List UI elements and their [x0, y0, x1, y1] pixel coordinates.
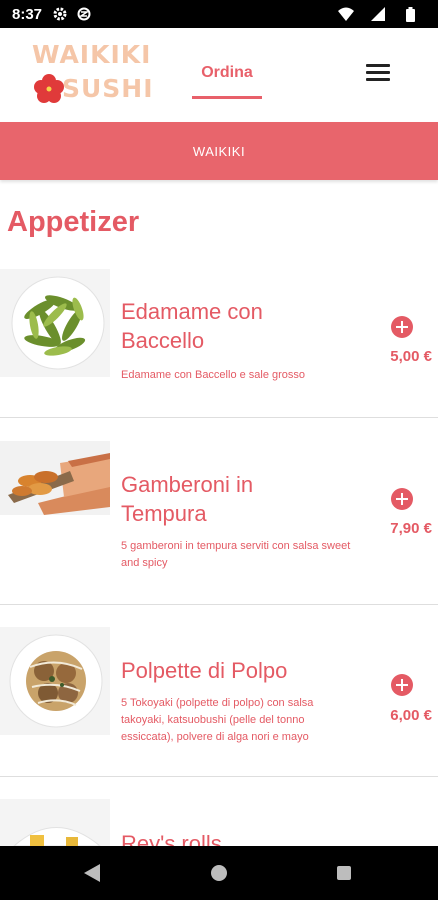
section-title: Appetizer	[7, 206, 140, 238]
item-description: 5 Tokoyaki (polpette di polpo) con salsa…	[121, 697, 314, 743]
reys-rolls-image	[0, 799, 110, 846]
item-name: Polpette di Polpo	[121, 658, 288, 683]
menu-item-gamberoni[interactable]: Gamberoni in Tempura 5 gamberoni in temp…	[0, 418, 438, 605]
menu-item-edamame[interactable]: Edamame con Baccello Edamame con Baccell…	[0, 266, 438, 418]
home-icon[interactable]	[211, 865, 227, 881]
item-price: 6,00 €	[390, 707, 432, 724]
item-description: 5 gamberoni in tempura serviti con salsa…	[121, 540, 351, 569]
logo-text-sushi: SUSHI	[62, 74, 154, 103]
waikiki-sushi-logo[interactable]: WAIKIKI SUSHI	[32, 40, 153, 110]
wifi-icon	[338, 6, 354, 22]
status-time: 8:37	[12, 5, 43, 23]
item-name: Rey's rolls	[121, 831, 222, 846]
add-to-cart-icon[interactable]	[391, 674, 413, 696]
recents-icon[interactable]	[337, 866, 351, 880]
logo-text-waikiki: WAIKIKI	[32, 40, 152, 69]
item-name: Gamberoni in Tempura	[121, 472, 254, 526]
edamame-image	[0, 269, 110, 377]
system-navigation-bar	[0, 846, 438, 900]
tab-ordina-underline	[192, 96, 262, 99]
menu-item-reys-rolls[interactable]: Rey's rolls	[0, 777, 438, 846]
back-icon[interactable]	[84, 864, 100, 882]
settings-icon	[52, 6, 68, 22]
add-to-cart-icon[interactable]	[391, 488, 413, 510]
add-to-cart-icon[interactable]	[391, 316, 413, 338]
data-saver-icon	[76, 6, 92, 22]
menu-item-polpette[interactable]: Polpette di Polpo 5 Tokoyaki (polpette d…	[0, 605, 438, 777]
item-name: Edamame con Baccello	[121, 299, 263, 353]
hibiscus-icon	[34, 74, 64, 103]
cellular-icon	[370, 6, 386, 22]
hamburger-menu-icon[interactable]	[366, 64, 390, 84]
item-price: 5,00 €	[390, 348, 432, 365]
item-price: 7,90 €	[390, 520, 432, 537]
app-header: WAIKIKI SUSHI Ordina	[0, 28, 438, 122]
status-bar: 8:37	[0, 0, 438, 28]
gamberoni-image	[0, 441, 110, 515]
tab-ordina[interactable]: Ordina	[192, 64, 262, 82]
item-description: Edamame con Baccello e sale grosso	[121, 369, 306, 381]
polpette-image	[0, 627, 110, 735]
restaurant-banner: WAIKIKI	[0, 122, 438, 180]
battery-icon	[402, 6, 418, 22]
